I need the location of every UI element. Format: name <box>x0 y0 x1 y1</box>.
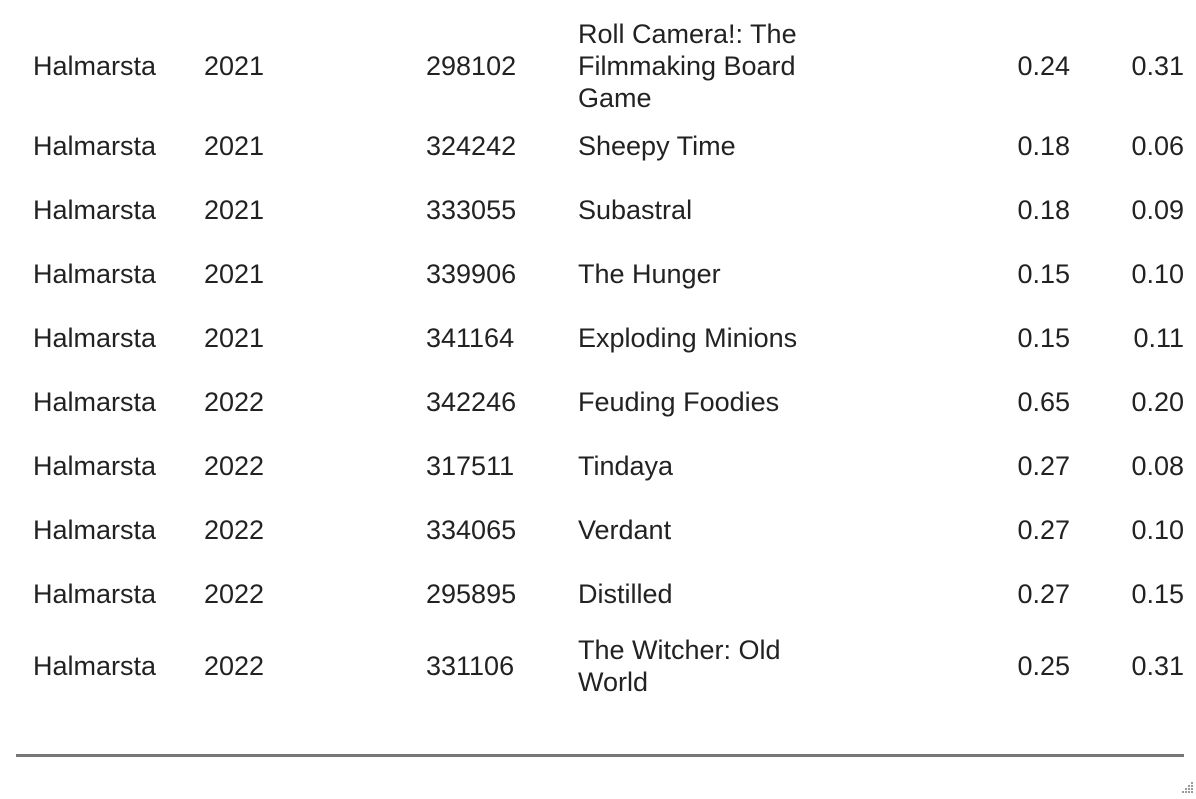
cell-value-2: 0.09 <box>1131 195 1184 225</box>
table-row: Halmarsta 2022 342246 Feuding Foodies 0.… <box>16 370 1184 434</box>
cell-value-1: 0.27 <box>1017 579 1070 609</box>
cell-id: 317511 <box>426 451 515 481</box>
table-row: Halmarsta 2022 334065 Verdant 0.27 0.10 <box>16 498 1184 562</box>
cell-id: 334065 <box>426 515 517 545</box>
cell-id: 331106 <box>426 651 515 681</box>
cell-publisher: Halmarsta <box>33 579 157 609</box>
cell-name: Subastral <box>578 195 693 225</box>
cell-value-2: 0.31 <box>1131 651 1184 681</box>
cell-name: Verdant <box>578 515 672 545</box>
cell-id: 339906 <box>426 259 517 289</box>
cell-id: 341164 <box>426 323 515 353</box>
cell-value-1: 0.24 <box>1017 51 1070 81</box>
cell-publisher: Halmarsta <box>33 323 157 353</box>
cell-id: 298102 <box>426 51 517 81</box>
cell-value-1: 0.18 <box>1017 195 1070 225</box>
cell-year: 2022 <box>204 451 265 481</box>
cell-name: The Hunger <box>578 259 721 289</box>
cell-id: 333055 <box>426 195 517 225</box>
table-row: Halmarsta 2021 333055 Subastral 0.18 0.0… <box>16 178 1184 242</box>
cell-value-2: 0.06 <box>1131 131 1184 161</box>
cell-publisher: Halmarsta <box>33 387 157 417</box>
cell-publisher: Halmarsta <box>33 259 157 289</box>
cell-value-2: 0.20 <box>1131 387 1184 417</box>
cell-year: 2022 <box>204 651 265 681</box>
cell-id: 295895 <box>426 579 517 609</box>
table-row: Halmarsta 2022 295895 Distilled 0.27 0.1… <box>16 562 1184 626</box>
cell-year: 2021 <box>204 323 265 353</box>
cell-year: 2021 <box>204 195 265 225</box>
table-row: Halmarsta 2022 331106 The Witcher: Old W… <box>16 626 1184 706</box>
cell-year: 2021 <box>204 259 265 289</box>
cell-publisher: Halmarsta <box>33 651 157 681</box>
table-row: Halmarsta 2021 339906 The Hunger 0.15 0.… <box>16 242 1184 306</box>
cell-value-2: 0.10 <box>1131 259 1184 289</box>
cell-year: 2022 <box>204 387 265 417</box>
cell-value-1: 0.15 <box>1017 259 1070 289</box>
cell-year: 2022 <box>204 515 265 545</box>
resize-grip-icon[interactable] <box>1180 780 1194 794</box>
cell-value-1: 0.27 <box>1017 515 1070 545</box>
cell-publisher: Halmarsta <box>33 195 157 225</box>
cell-value-1: 0.27 <box>1017 451 1070 481</box>
cell-publisher: Halmarsta <box>33 131 157 161</box>
table-row: Halmarsta 2021 298102 Roll Camera!: The … <box>16 18 1184 114</box>
cell-year: 2021 <box>204 131 265 161</box>
table-row: Halmarsta 2021 341164 Exploding Minions … <box>16 306 1184 370</box>
cell-value-1: 0.15 <box>1017 323 1070 353</box>
cell-name: Roll Camera!: The Filmmaking Board Game <box>578 19 797 113</box>
cell-value-2: 0.31 <box>1131 51 1184 81</box>
cell-name: Exploding Minions <box>578 323 798 353</box>
cell-year: 2022 <box>204 579 265 609</box>
table-row: Halmarsta 2021 324242 Sheepy Time 0.18 0… <box>16 114 1184 178</box>
cell-name: Sheepy Time <box>578 131 736 161</box>
cell-value-1: 0.65 <box>1017 387 1070 417</box>
cell-value-2: 0.15 <box>1131 579 1184 609</box>
cell-id: 342246 <box>426 387 517 417</box>
cell-name: Feuding Foodies <box>578 387 780 417</box>
cell-year: 2021 <box>204 51 265 81</box>
cell-publisher: Halmarsta <box>33 515 157 545</box>
cell-publisher: Halmarsta <box>33 451 157 481</box>
table-bottom-border <box>16 754 1184 757</box>
cell-publisher: Halmarsta <box>33 51 157 81</box>
cell-name: Tindaya <box>578 451 674 481</box>
cell-value-2: 0.08 <box>1131 451 1184 481</box>
cell-name: The Witcher: Old World <box>578 635 781 697</box>
data-table: Halmarsta 2021 298102 Roll Camera!: The … <box>16 18 1184 706</box>
cell-value-1: 0.18 <box>1017 131 1070 161</box>
cell-id: 324242 <box>426 131 517 161</box>
table-row: Halmarsta 2022 317511 Tindaya 0.27 0.08 <box>16 434 1184 498</box>
cell-name: Distilled <box>578 579 673 609</box>
cell-value-2: 0.10 <box>1131 515 1184 545</box>
cell-value-1: 0.25 <box>1017 651 1070 681</box>
cell-value-2: 0.11 <box>1133 323 1184 353</box>
data-table-container: Halmarsta 2021 298102 Roll Camera!: The … <box>16 18 1184 706</box>
